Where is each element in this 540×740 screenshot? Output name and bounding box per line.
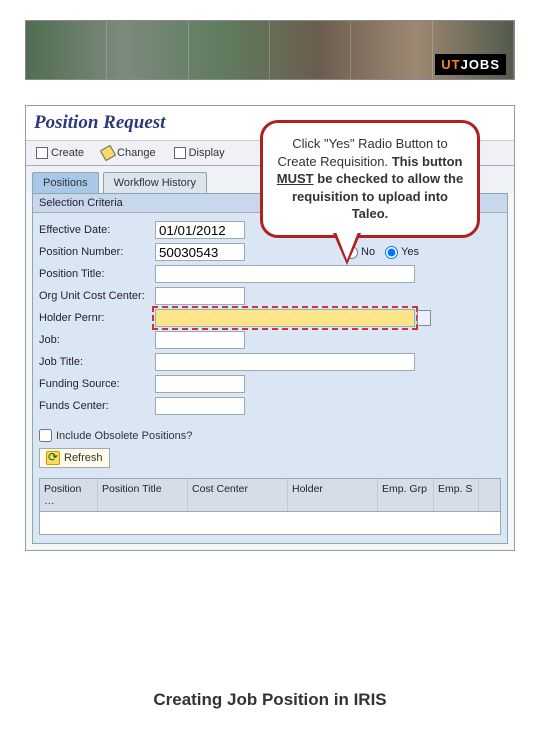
lookup-icon[interactable] [417,310,431,326]
ut-jobs-logo: UTJOBS [435,54,506,75]
create-icon [36,147,48,159]
header-banner: UTJOBS [25,20,515,80]
obsolete-label: Include Obsolete Positions? [56,430,192,442]
holder-pernr-label: Holder Pernr: [39,312,155,324]
tab-workflow[interactable]: Workflow History [103,172,207,193]
job-input[interactable] [155,331,245,349]
slide-caption: Creating Job Position in IRIS [0,690,540,710]
job-title-label: Job Title: [39,356,155,368]
instruction-callout: Click "Yes" Radio Button to Create Requi… [260,120,480,238]
funding-source-label: Funding Source: [39,378,155,390]
refresh-button[interactable]: Refresh [39,448,110,468]
job-label: Job: [39,334,155,346]
display-button[interactable]: Display [170,145,229,161]
tab-positions[interactable]: Positions [32,172,99,193]
position-number-label: Position Number: [39,246,155,258]
effective-date-label: Effective Date: [39,224,155,236]
col-cost-center[interactable]: Cost Center [188,479,288,511]
org-unit-input[interactable] [155,287,245,305]
position-number-input[interactable] [155,243,245,261]
funding-source-input[interactable] [155,375,245,393]
col-position[interactable]: Position … [40,479,98,511]
results-grid: Position … Position Title Cost Center Ho… [39,478,501,535]
radio-yes[interactable]: Yes [385,246,419,259]
refresh-icon [46,451,60,465]
change-button[interactable]: Change [98,145,160,161]
grid-body [40,512,500,534]
org-unit-label: Org Unit Cost Center: [39,290,155,302]
funds-center-label: Funds Center: [39,400,155,412]
col-holder[interactable]: Holder [288,479,378,511]
obsolete-checkbox[interactable] [39,429,52,442]
position-title-input[interactable] [155,265,415,283]
col-emp-s[interactable]: Emp. S [434,479,479,511]
create-button[interactable]: Create [32,145,88,161]
holder-pernr-input[interactable] [155,309,415,327]
position-title-label: Position Title: [39,268,155,280]
funds-center-input[interactable] [155,397,245,415]
col-emp-grp[interactable]: Emp. Grp [378,479,434,511]
col-position-title[interactable]: Position Title [98,479,188,511]
display-icon [174,147,186,159]
selection-panel: Selection Criteria Effective Date: eate … [32,193,508,544]
job-title-input[interactable] [155,353,415,371]
change-icon [100,145,116,161]
effective-date-input[interactable] [155,221,245,239]
